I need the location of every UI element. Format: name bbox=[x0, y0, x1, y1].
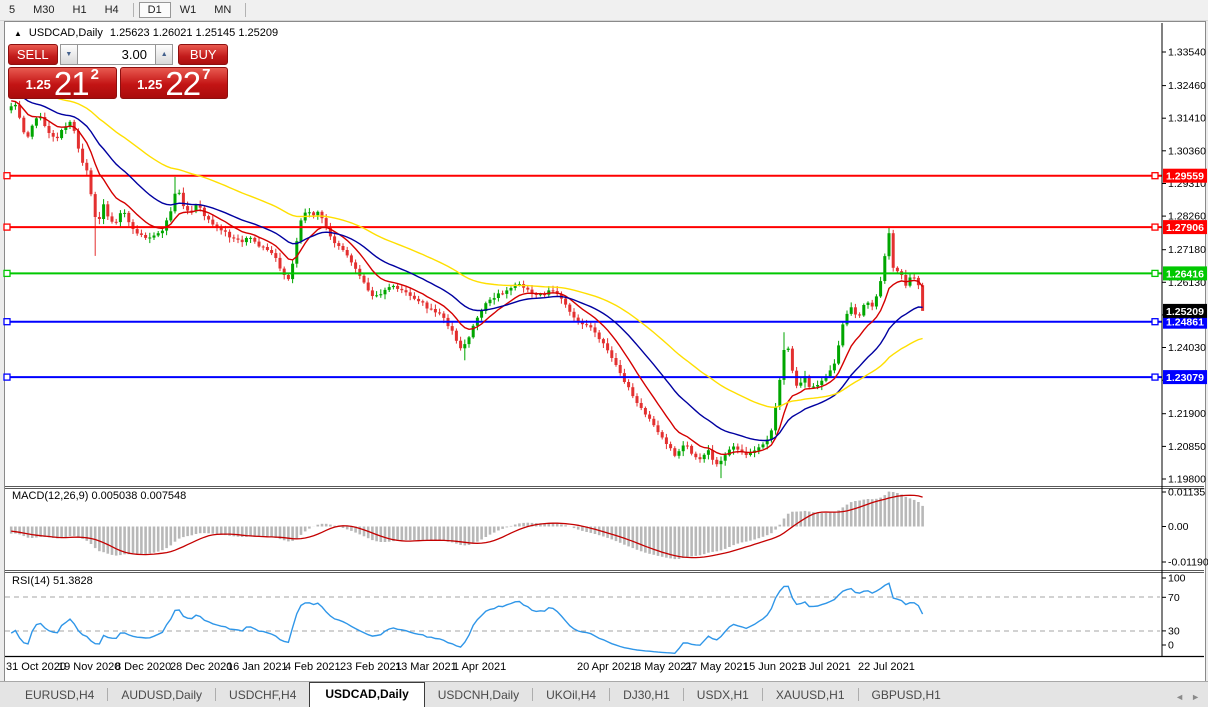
date-label: 28 Dec 2020 bbox=[170, 661, 232, 673]
rsi-tick-label: 0 bbox=[1168, 640, 1174, 652]
volume-increase-button[interactable]: ▲ bbox=[154, 44, 174, 65]
price-level-label: 1.29559 bbox=[1166, 171, 1204, 183]
sell-price-main: 1.25 bbox=[25, 77, 51, 92]
sell-button[interactable]: SELL bbox=[8, 44, 58, 65]
collapse-panel-icon[interactable]: ▲ bbox=[14, 27, 22, 40]
date-axis[interactable]: 31 Oct 202019 Nov 20208 Dec 202028 Dec 2… bbox=[6, 661, 915, 673]
date-label: 16 Jan 2021 bbox=[227, 661, 288, 673]
macd-tick-label: 0.00 bbox=[1168, 521, 1189, 533]
chart-symbol-label: USDCAD,Daily bbox=[28, 27, 103, 39]
volume-decrease-button[interactable]: ▼ bbox=[59, 44, 79, 65]
date-label: 23 Feb 2021 bbox=[340, 661, 402, 673]
date-label: 4 Feb 2021 bbox=[285, 661, 341, 673]
date-label: 19 Nov 2020 bbox=[58, 661, 120, 673]
date-label: 3 Jul 2021 bbox=[800, 661, 851, 673]
trading-terminal: 5 M30 H1 H4 D1 W1 MN 1.33540 1.32460 1.31410 1.30… bbox=[0, 0, 1208, 707]
chart-plot[interactable]: 1.335401.324601.314101.303601.293101.282… bbox=[0, 0, 1208, 707]
price-level-label: 1.26416 bbox=[1166, 268, 1204, 280]
date-label: 1 Apr 2021 bbox=[453, 661, 506, 673]
price-level-label: 1.25209 bbox=[1166, 306, 1204, 318]
buy-price-main: 1.25 bbox=[137, 77, 163, 92]
level-line-handle[interactable] bbox=[1151, 172, 1159, 180]
chart-tab-audusd[interactable]: AUDUSD,Daily bbox=[108, 684, 215, 707]
macd-label: MACD(12,26,9) 0.005038 0.007548 bbox=[12, 490, 187, 502]
macd-signal-line bbox=[11, 494, 923, 559]
level-line-handle[interactable] bbox=[3, 223, 11, 231]
price-tick-label: 1.21900 bbox=[1168, 408, 1206, 420]
volume-input[interactable]: 3.00 bbox=[78, 44, 155, 65]
sell-price-big: 21 bbox=[53, 65, 90, 102]
chart-tab-dj30[interactable]: DJ30,H1 bbox=[610, 684, 683, 707]
tab-scroll-left-icon[interactable]: ◄ bbox=[1175, 692, 1184, 702]
price-tick-label: 1.30360 bbox=[1168, 145, 1206, 157]
tab-scroll-right-icon[interactable]: ► bbox=[1191, 692, 1200, 702]
chart-tab-usdcnh[interactable]: USDCNH,Daily bbox=[425, 684, 532, 707]
buy-price-big: 22 bbox=[165, 65, 201, 102]
rsi-pane bbox=[5, 582, 1160, 655]
tab-scroll-arrows: ◄ ► bbox=[1175, 692, 1200, 702]
rsi-tick-label: 30 bbox=[1168, 625, 1180, 637]
price-axis[interactable]: 1.335401.324601.314101.303601.293101.282… bbox=[1162, 47, 1208, 652]
level-line-handle[interactable] bbox=[3, 318, 11, 326]
level-line-handle[interactable] bbox=[1151, 318, 1159, 326]
date-label: 31 Oct 2020 bbox=[6, 661, 66, 673]
buy-price-button[interactable]: 1.25 22 7 bbox=[119, 65, 228, 102]
price-level-label: 1.27906 bbox=[1166, 222, 1204, 234]
rsi-tick-label: 100 bbox=[1168, 573, 1186, 585]
price-level-label: 1.23079 bbox=[1166, 372, 1204, 384]
date-label: 8 May 2021 bbox=[635, 661, 692, 673]
date-label: 22 Jul 2021 bbox=[858, 661, 915, 673]
one-click-trading-panel: SELL ▼ 3.00 ▲ BUY 1.25 21 2 1.25 22 7 bbox=[8, 44, 228, 102]
level-line-handle[interactable] bbox=[1151, 223, 1159, 231]
chart-tab-ukoil[interactable]: UKOil,H4 bbox=[533, 684, 609, 707]
date-label: 8 Dec 2020 bbox=[115, 661, 171, 673]
sell-price-sup: 2 bbox=[90, 66, 99, 83]
chart-title: ▲ USDCAD,Daily 1.25623 1.26021 1.25145 1… bbox=[14, 27, 278, 40]
chart-tab-usdchf[interactable]: USDCHF,H4 bbox=[216, 684, 309, 707]
ma-line-mid bbox=[11, 91, 923, 442]
level-line-handle[interactable] bbox=[3, 172, 11, 180]
chart-ohlc-values: 1.25623 1.26021 1.25145 1.25209 bbox=[109, 27, 279, 39]
macd-tick-label: -0.01190 bbox=[1168, 557, 1208, 569]
rsi-line bbox=[10, 582, 924, 655]
price-tick-label: 1.27180 bbox=[1168, 244, 1206, 256]
date-label: 15 Jun 2021 bbox=[743, 661, 804, 673]
price-tick-label: 1.19800 bbox=[1168, 474, 1206, 486]
date-label: 27 May 2021 bbox=[685, 661, 749, 673]
chart-tab-usdcad[interactable]: USDCAD,Daily bbox=[309, 682, 425, 707]
chart-tab-eurusd[interactable]: EURUSD,H4 bbox=[12, 684, 107, 707]
chart-tab-usdx[interactable]: USDX,H1 bbox=[684, 684, 762, 707]
date-label: 20 Apr 2021 bbox=[577, 661, 636, 673]
price-tick-label: 1.33540 bbox=[1168, 47, 1206, 59]
rsi-label: RSI(14) 51.3828 bbox=[12, 575, 93, 587]
level-line-handle[interactable] bbox=[3, 373, 11, 381]
buy-button[interactable]: BUY bbox=[178, 44, 228, 65]
ma-line-slow bbox=[11, 83, 923, 408]
price-tick-label: 1.24030 bbox=[1168, 342, 1206, 354]
chart-tab-gbpusd[interactable]: GBPUSD,H1 bbox=[859, 684, 954, 707]
level-line-handle[interactable] bbox=[1151, 373, 1159, 381]
price-level-label: 1.24861 bbox=[1166, 317, 1204, 329]
price-tick-label: 1.32460 bbox=[1168, 80, 1206, 92]
sell-price-button[interactable]: 1.25 21 2 bbox=[8, 65, 117, 102]
chevron-up-icon: ▲ bbox=[160, 51, 168, 58]
buy-price-sup: 7 bbox=[202, 66, 211, 83]
date-label: 13 Mar 2021 bbox=[395, 661, 457, 673]
level-line-handle[interactable] bbox=[3, 269, 11, 278]
level-line-handle[interactable] bbox=[1151, 269, 1159, 278]
macd-tick-label: 0.01135 bbox=[1168, 487, 1205, 499]
chart-tab-xauusd[interactable]: XAUUSD,H1 bbox=[763, 684, 858, 707]
price-tick-label: 1.20850 bbox=[1168, 441, 1206, 453]
chevron-down-icon: ▼ bbox=[65, 51, 73, 58]
rsi-tick-label: 70 bbox=[1168, 592, 1180, 604]
chart-tabbar: EURUSD,H4 AUDUSD,Daily USDCHF,H4 USDCAD,Dai… bbox=[0, 681, 1208, 707]
price-tick-label: 1.31410 bbox=[1168, 113, 1206, 125]
